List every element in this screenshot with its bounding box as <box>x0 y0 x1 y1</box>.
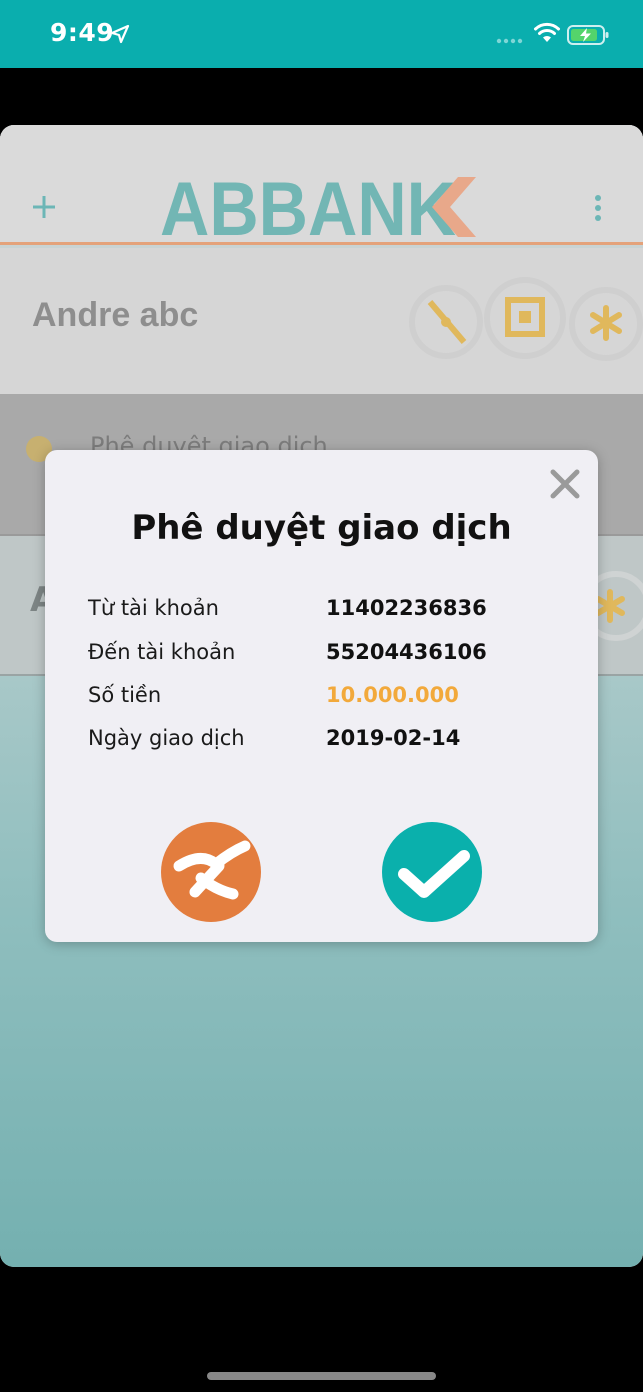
status-bar: 9:49 <box>0 0 643 68</box>
stopwatch-icon[interactable] <box>409 285 483 359</box>
info-row-date: Ngày giao dịch 2019-02-14 <box>88 726 568 760</box>
date-label: Ngày giao dịch <box>88 726 245 750</box>
info-row-to-account: Đến tài khoản 55204436106 <box>88 640 568 674</box>
user-row: Andre abc <box>0 248 643 394</box>
dialog-title: Phê duyệt giao dịch <box>131 508 512 548</box>
info-row-amount: Số tiền 10.000.000 <box>88 683 568 717</box>
app-header: ABBANK <box>0 125 643 245</box>
favorite-star-icon[interactable] <box>569 287 643 361</box>
to-account-value: 55204436106 <box>326 640 487 664</box>
transaction-approval-dialog: Phê duyệt giao dịch Từ tài khoản 1140223… <box>45 450 598 942</box>
from-account-label: Từ tài khoản <box>88 596 219 620</box>
location-arrow-icon <box>110 24 130 44</box>
info-row-from-account: Từ tài khoản 11402236836 <box>88 596 568 630</box>
logo-text: ABBANK <box>160 175 456 239</box>
battery-charging-icon <box>567 25 609 45</box>
close-icon[interactable] <box>547 466 583 502</box>
approve-button[interactable] <box>382 822 482 922</box>
amount-label: Số tiền <box>88 683 162 707</box>
reject-x-icon <box>173 840 251 900</box>
user-action-icons <box>409 277 643 361</box>
to-account-label: Đến tài khoản <box>88 640 236 664</box>
more-vertical-icon[interactable] <box>590 193 606 223</box>
approve-check-icon <box>398 850 470 898</box>
user-name: Andre abc <box>32 296 199 334</box>
abbank-logo: ABBANK <box>160 175 476 239</box>
reject-button[interactable] <box>161 822 261 922</box>
qr-scan-icon[interactable] <box>484 277 566 359</box>
date-value: 2019-02-14 <box>326 726 461 750</box>
wifi-icon <box>534 22 560 42</box>
amount-value: 10.000.000 <box>326 683 459 707</box>
home-indicator[interactable] <box>207 1372 436 1380</box>
signal-dots-icon <box>496 38 523 44</box>
from-account-value: 11402236836 <box>326 596 487 620</box>
add-icon[interactable] <box>30 193 58 221</box>
status-time: 9:49 <box>50 18 115 47</box>
